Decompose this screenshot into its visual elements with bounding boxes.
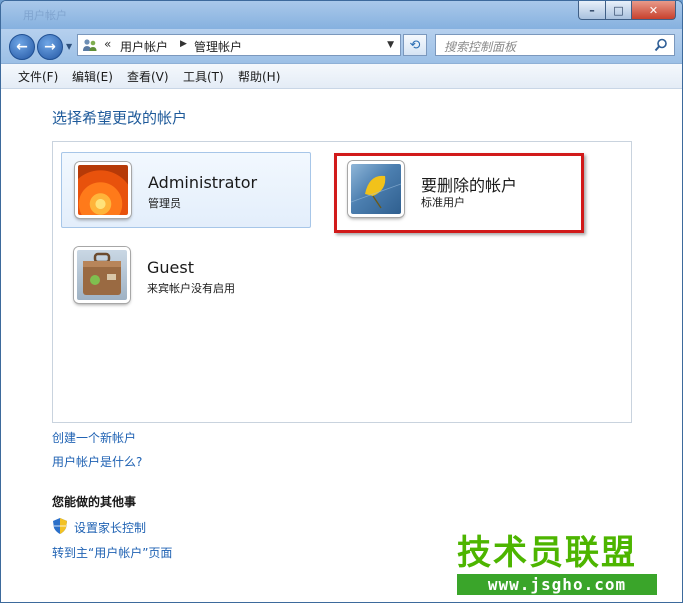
search-icon[interactable]: [654, 38, 668, 52]
red-highlight-box: [334, 153, 584, 233]
menu-view[interactable]: 查看(V): [127, 68, 169, 85]
search-placeholder: 搜索控制面板: [444, 40, 517, 54]
shield-icon: [53, 518, 67, 534]
close-icon: ✕: [648, 3, 659, 17]
other-tasks-heading: 您能做的其他事: [52, 495, 137, 509]
forward-button[interactable]: →: [37, 34, 63, 60]
address-dropdown-icon[interactable]: ▼: [387, 40, 394, 50]
arrow-left-icon: ←: [16, 39, 28, 55]
close-button[interactable]: ✕: [632, 1, 676, 20]
account-name: Administrator: [148, 173, 258, 192]
create-account-link[interactable]: 创建一个新帐户: [52, 429, 136, 446]
menu-bar: 文件(F) 编辑(E) 查看(V) 工具(T) 帮助(H): [1, 64, 682, 89]
refresh-button[interactable]: ⟲: [403, 34, 427, 56]
menu-help[interactable]: 帮助(H): [238, 68, 280, 85]
maximize-button[interactable]: □: [606, 1, 632, 20]
recent-pages-dropdown-icon[interactable]: ▼: [66, 42, 72, 51]
users-icon: [83, 39, 97, 51]
account-tile-guest[interactable]: Guest 来宾帐户没有启用: [61, 238, 311, 314]
page-title: 选择希望更改的帐户: [52, 109, 188, 127]
breadcrumb-manage-accounts[interactable]: 管理帐户: [194, 38, 242, 55]
menu-file[interactable]: 文件(F): [18, 68, 58, 85]
menu-tools[interactable]: 工具(T): [183, 68, 224, 85]
minimize-icon: –: [589, 3, 595, 17]
account-type: 管理员: [148, 197, 181, 210]
window-title: 用户帐户: [23, 9, 67, 22]
menu-edit[interactable]: 编辑(E): [72, 68, 113, 85]
minimize-button[interactable]: –: [578, 1, 606, 20]
window: 用户帐户 – □ ✕ ← → ▼ « 用户帐户 ▶ 管理帐户 ▼ ⟲ 搜索控制面…: [0, 0, 683, 603]
watermark-url: www.jsgho.com: [457, 574, 657, 595]
breadcrumb-user-accounts[interactable]: 用户帐户: [120, 38, 168, 55]
arrow-right-icon: →: [44, 39, 56, 55]
parental-controls-link[interactable]: 设置家长控制: [74, 519, 146, 536]
account-name: Guest: [147, 258, 194, 277]
back-button[interactable]: ←: [9, 34, 35, 60]
suitcase-avatar-icon: [74, 247, 130, 303]
search-box[interactable]: 搜索控制面板: [435, 34, 675, 56]
watermark: 技术员联盟 www.jsgho.com: [457, 535, 667, 595]
watermark-text: 技术员联盟: [457, 533, 637, 573]
breadcrumb-separator-icon[interactable]: ▶: [180, 39, 187, 49]
caption-buttons: – □ ✕: [578, 1, 676, 21]
breadcrumb-overflow-chevron[interactable]: «: [104, 37, 111, 51]
what-is-user-account-link[interactable]: 用户帐户是什么?: [52, 453, 142, 470]
go-to-user-accounts-link[interactable]: 转到主“用户帐户”页面: [52, 544, 172, 561]
refresh-icon: ⟲: [409, 37, 421, 53]
maximize-icon: □: [613, 3, 624, 17]
address-bar[interactable]: « 用户帐户 ▶ 管理帐户 ▼: [77, 34, 401, 56]
title-bar[interactable]: 用户帐户 – □ ✕: [1, 1, 682, 29]
flower-avatar-icon: [75, 162, 131, 218]
navigation-bar: ← → ▼ « 用户帐户 ▶ 管理帐户 ▼ ⟲ 搜索控制面板: [1, 29, 682, 64]
account-type: 来宾帐户没有启用: [147, 282, 235, 295]
account-tile-administrator[interactable]: Administrator 管理员: [61, 152, 311, 228]
